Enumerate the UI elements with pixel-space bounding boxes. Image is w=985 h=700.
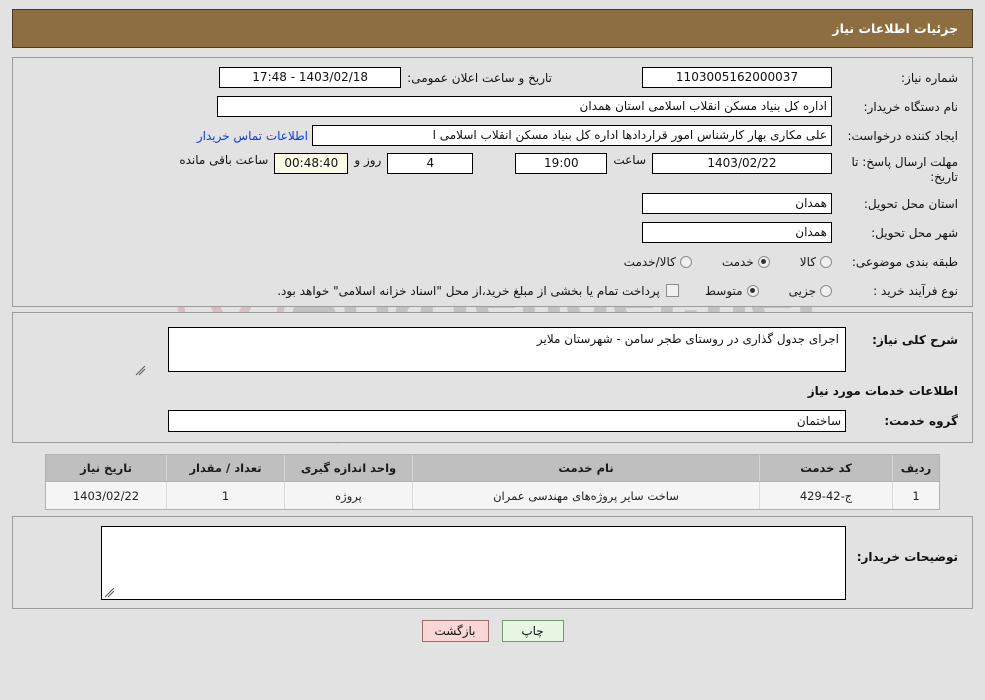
radio-category-kala[interactable]: کالا [800,255,832,269]
radio-dot-selected-icon[interactable] [746,284,759,297]
deadline-label-line1: مهلت ارسال پاسخ: تا [851,155,958,169]
need-number-value: 1103005162000037 [642,67,832,88]
delivery-province-value: همدان [642,193,832,214]
row-general-description: شرح کلی نیاز: اجرای جدول گذاری در روستای… [13,313,972,376]
islamic-treasury-checkbox[interactable] [665,284,679,297]
radio-process-jozi[interactable]: جزیی [789,284,832,298]
general-description-textarea[interactable]: اجرای جدول گذاری در روستای طجر سامن - شه… [168,327,846,372]
buyer-notes-textarea[interactable] [101,526,846,600]
islamic-treasury-label: پرداخت تمام یا بخشی از مبلغ خرید،از محل … [277,283,660,298]
footer-actions: بازگشت چاپ [0,620,985,642]
radio-dot-icon[interactable] [820,255,832,268]
page-header: جزئیات اطلاعات نیاز [12,9,973,48]
purchase-process-radio-group[interactable]: جزیی متوسط [679,284,832,298]
need-number-label: شماره نیاز: [901,70,958,85]
row-service-group: گروه خدمت: ساختمان [13,398,972,432]
resize-grip-icon [104,587,115,598]
general-description-label: شرح کلی نیاز: [872,333,958,347]
buyer-notes-panel: توضیحات خریدار: [12,516,973,609]
cell-radif: 1 [892,481,939,509]
days-word-label: روز و [354,153,382,167]
back-button[interactable]: بازگشت [421,620,489,642]
row-buyer-org: نام دستگاه خریدار: اداره کل بنیاد مسکن ا… [13,92,972,121]
cell-quantity: 1 [166,481,285,509]
countdown-timer: 00:48:40 [274,153,349,174]
service-group-value: ساختمان [168,410,846,432]
deadline-date-value: 1403/02/22 [652,153,832,174]
cell-unit: پروژه [284,481,413,509]
th-service-code: کد خدمت [759,455,893,482]
radio-dot-icon[interactable] [679,255,692,268]
deadline-label-line2: تاریخ: [930,170,958,184]
hour-word-label: ساعت [613,153,646,167]
radio-category-kala-khedmat-label: کالا/خدمت [623,254,676,269]
delivery-province-label: استان محل تحویل: [863,196,958,211]
service-group-label: گروه خدمت: [884,414,958,428]
row-subject-classification: طبقه بندی موضوعی: کالا خدمت کالا/خدمت [13,247,972,276]
days-remaining-value: 4 [387,153,474,174]
needs-table-wrapper: ردیف کد خدمت نام خدمت واحد اندازه گیری ت… [45,454,940,510]
buyer-org-value: اداره کل بنیاد مسکن انقلاب اسلامی استان … [217,96,832,117]
th-radif: ردیف [892,455,939,482]
need-description-panel: شرح کلی نیاز: اجرای جدول گذاری در روستای… [12,312,973,443]
row-deadline: مهلت ارسال پاسخ: تا تاریخ: 1403/02/22 سا… [13,150,972,189]
needs-table: ردیف کد خدمت نام خدمت واحد اندازه گیری ت… [46,455,939,509]
need-summary-panel: شماره نیاز: 1103005162000037 تاریخ و ساع… [12,57,973,307]
radio-process-jozi-label: جزیی [788,283,816,298]
radio-category-khedmat-label: خدمت [721,254,754,269]
table-row: 1 ج-42-429 ساخت سایر پروژه‌های مهندسی عم… [46,481,939,509]
radio-dot-selected-icon[interactable] [757,255,770,268]
row-purchase-process: نوع فرآیند خرید : جزیی متوسط پرداخت تمام… [13,276,972,305]
print-button[interactable]: چاپ [501,620,564,642]
delivery-city-value: همدان [642,222,832,243]
announcement-datetime-label: تاریخ و ساعت اعلان عمومی: [407,70,552,85]
subject-classification-label: طبقه بندی موضوعی: [851,254,958,269]
countdown-suffix-label: ساعت باقی مانده [179,153,269,167]
request-creator-label: ایجاد کننده درخواست: [847,128,958,143]
cell-need-date: 1403/02/22 [46,481,167,509]
needs-table-header-row: ردیف کد خدمت نام خدمت واحد اندازه گیری ت… [46,455,939,482]
services-info-title: اطلاعات خدمات مورد نیاز [807,384,958,398]
deadline-label: مهلت ارسال پاسخ: تا تاریخ: [832,153,958,185]
page-title: جزئیات اطلاعات نیاز [832,21,958,36]
radio-category-kala-khedmat[interactable]: کالا/خدمت [624,255,692,269]
cell-service-name: ساخت سایر پروژه‌های مهندسی عمران [412,481,760,509]
row-request-creator: ایجاد کننده درخواست: علی مکاری بهار کارش… [13,121,972,150]
deadline-time-value: 19:00 [515,153,608,174]
buyer-org-label: نام دستگاه خریدار: [863,99,959,114]
radio-category-khedmat[interactable]: خدمت [722,255,770,269]
row-need-number: شماره نیاز: 1103005162000037 تاریخ و ساع… [13,63,972,92]
radio-process-motevaset-label: متوسط [704,283,743,298]
cell-service-code: ج-42-429 [759,481,893,509]
subject-classification-radio-group[interactable]: کالا خدمت کالا/خدمت [598,255,832,269]
request-creator-value: علی مکاری بهار کارشناس امور قراردادها اد… [312,125,832,146]
row-delivery-province: استان محل تحویل: همدان [13,189,972,218]
buyer-notes-label: توضیحات خریدار: [856,550,958,564]
needs-table-body: 1 ج-42-429 ساخت سایر پروژه‌های مهندسی عم… [46,481,939,509]
buyer-contact-link[interactable]: اطلاعات تماس خریدار [193,129,312,143]
announcement-datetime-value: 1403/02/18 - 17:48 [219,67,402,88]
radio-process-motevaset[interactable]: متوسط [705,284,759,298]
needs-table-head: ردیف کد خدمت نام خدمت واحد اندازه گیری ت… [46,455,939,482]
th-service-name: نام خدمت [412,455,760,482]
delivery-city-label: شهر محل تحویل: [871,225,958,240]
purchase-process-label: نوع فرآیند خرید : [873,283,958,298]
radio-category-kala-label: کالا [799,254,816,269]
radio-dot-icon[interactable] [820,284,832,297]
row-delivery-city: شهر محل تحویل: همدان [13,218,972,247]
th-need-date: تاریخ نیاز [46,455,167,482]
th-quantity: تعداد / مقدار [166,455,285,482]
th-unit: واحد اندازه گیری [284,455,413,482]
